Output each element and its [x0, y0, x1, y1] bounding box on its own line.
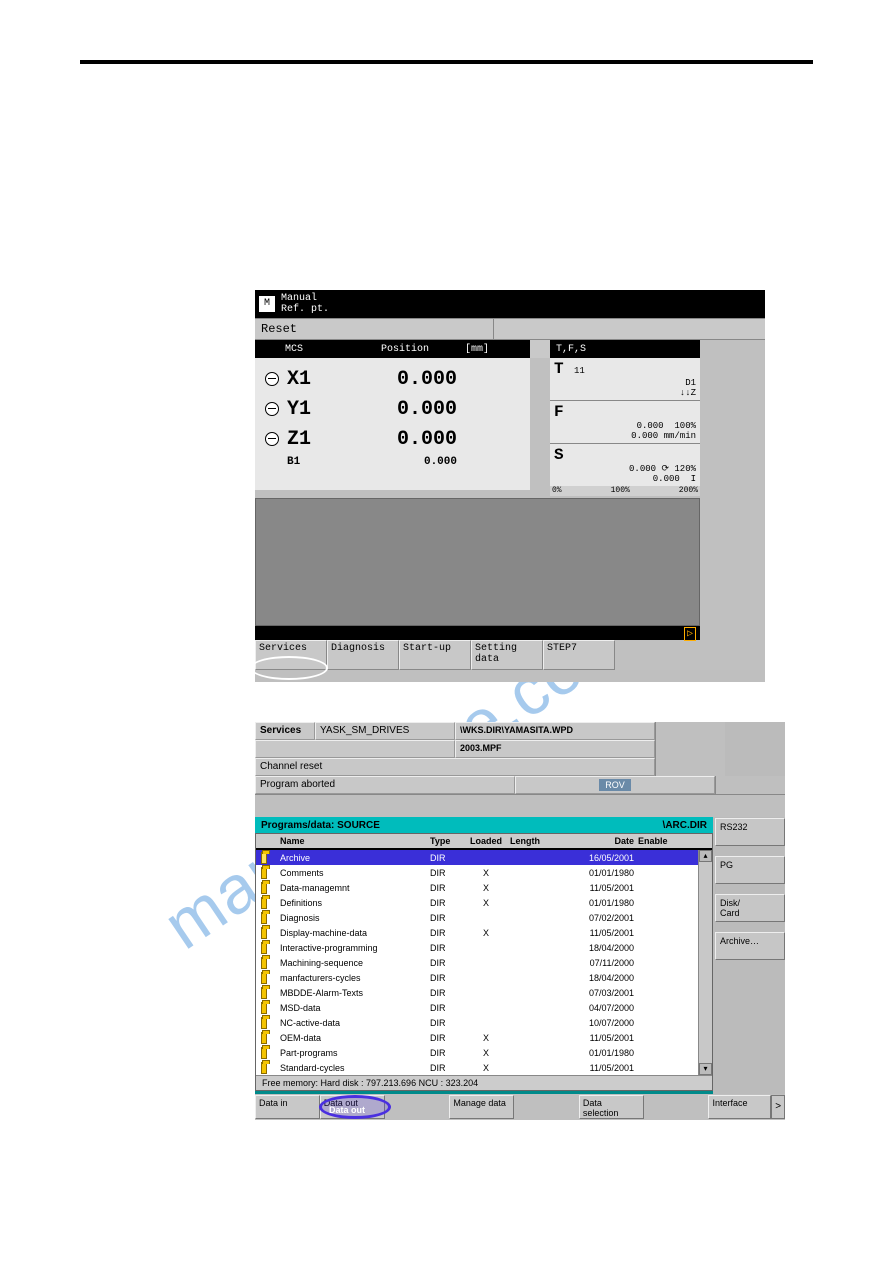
folder-icon — [261, 912, 267, 924]
table-row[interactable]: Display-machine-dataDIRX11/05/2001 — [256, 925, 698, 940]
title-bar: M ManualRef. pt. — [255, 290, 765, 318]
folder-icon — [261, 942, 267, 954]
table-row[interactable]: ArchiveDIR16/05/2001 — [256, 850, 698, 865]
tfs-panel: T 11 D1↓↓Z F 0.000 100% 0.000 mm/min S 0… — [550, 358, 700, 490]
bottom-softkeys: Services Diagnosis Start-up Setting data… — [255, 640, 765, 670]
table-row[interactable]: Machining-sequenceDIR07/11/2000 — [256, 955, 698, 970]
free-memory: Free memory: Hard disk : 797.213.696 NCU… — [256, 1075, 712, 1090]
table-row[interactable]: Interactive-programmingDIR18/04/2000 — [256, 940, 698, 955]
scroll-right-icon[interactable]: > — [771, 1095, 785, 1119]
tfs-header: T,F,S — [550, 340, 700, 358]
folder-icon — [261, 882, 267, 894]
table-row[interactable]: DefinitionsDIRX01/01/1980 — [256, 895, 698, 910]
table-row[interactable]: Part-programsDIRX01/01/1980 — [256, 1045, 698, 1060]
scrollbar[interactable]: ▴ ▾ — [698, 850, 712, 1075]
folder-icon — [261, 1032, 267, 1044]
right-softkeys — [700, 358, 764, 490]
rov-badge: ROV — [599, 779, 631, 791]
axis-row-x1: X1 0.000 — [265, 364, 520, 394]
folder-icon — [261, 1062, 267, 1074]
table-row[interactable]: MSD-dataDIR04/07/2000 — [256, 1000, 698, 1015]
channel-status: Channel reset — [255, 758, 655, 776]
path-line1: \WKS.DIR\YAMASITA.WPD — [455, 722, 655, 740]
axis-row-y1: Y1 0.000 — [265, 394, 520, 424]
path-line2: 2003.MPF — [455, 740, 655, 758]
screenshot-data-out: Services YASK_SM_DRIVES \WKS.DIR\YAMASIT… — [255, 722, 785, 1120]
scroll-down-icon[interactable]: ▾ — [699, 1063, 712, 1075]
blank-cell — [255, 740, 455, 758]
setting-data-button[interactable]: Setting data — [471, 640, 543, 670]
main-panel: X1 0.000 Y1 0.000 Z1 0.000 B1 0.000 T 1 — [255, 358, 765, 490]
step7-button[interactable]: STEP7 — [543, 640, 615, 670]
rs232-button[interactable]: RS232 — [715, 818, 785, 846]
file-listing[interactable]: ArchiveDIR16/05/2001CommentsDIRX01/01/19… — [256, 850, 698, 1075]
folder-icon — [261, 972, 267, 984]
tfs-s: S 0.000 ⟳ 120% 0.000 I — [550, 444, 700, 486]
globe-icon — [265, 372, 279, 386]
axis-row-z1: Z1 0.000 — [265, 424, 520, 454]
folder-icon — [261, 1047, 267, 1059]
scroll-right-icon[interactable]: ▷ — [684, 627, 696, 641]
startup-button[interactable]: Start-up — [399, 640, 471, 670]
tfs-t: T 11 D1↓↓Z — [550, 358, 700, 401]
scroll-strip: ▷ — [255, 626, 700, 640]
axis-row-b1: B1 0.000 — [265, 454, 520, 470]
interface-button[interactable]: Interface — [708, 1095, 771, 1119]
page-rule — [80, 60, 813, 64]
table-row[interactable]: DiagnosisDIR07/02/2001 — [256, 910, 698, 925]
disk-card-button[interactable]: Disk/ Card — [715, 894, 785, 922]
status-row: Reset — [255, 318, 765, 340]
screenshot-services-menu: M ManualRef. pt. Reset MCS Position [mm]… — [255, 290, 765, 682]
table-row[interactable]: manfacturers-cyclesDIR18/04/2000 — [256, 970, 698, 985]
folder-icon — [261, 852, 267, 864]
gap — [385, 1095, 450, 1119]
column-headers: MCS Position [mm] T,F,S — [255, 340, 765, 358]
services-button[interactable]: Services — [255, 640, 327, 670]
data-in-button[interactable]: Data in — [255, 1095, 320, 1119]
tfs-f: F 0.000 100% 0.000 mm/min — [550, 401, 700, 444]
folder-icon — [261, 1017, 267, 1029]
folder-icon — [261, 957, 267, 969]
mode-icon: M — [259, 296, 275, 312]
manage-data-button[interactable]: Manage data — [449, 1095, 514, 1119]
table-row[interactable]: Data-managemntDIRX11/05/2001 — [256, 880, 698, 895]
folder-icon — [261, 987, 267, 999]
folder-icon — [261, 927, 267, 939]
table-row[interactable]: NC-active-dataDIR10/07/2000 — [256, 1015, 698, 1030]
folder-icon — [261, 1002, 267, 1014]
table-row[interactable]: OEM-dataDIRX11/05/2001 — [256, 1030, 698, 1045]
services-label: Services — [255, 722, 315, 740]
title-text: ManualRef. pt. — [281, 293, 329, 315]
globe-icon — [265, 402, 279, 416]
mid-area: ▷ — [255, 490, 765, 640]
source-bar: Programs/data: SOURCE \ARC.DIR — [255, 817, 713, 833]
globe-icon — [265, 432, 279, 446]
table-row[interactable]: CommentsDIRX01/01/1980 — [256, 865, 698, 880]
mcs-header: MCS Position [mm] — [255, 340, 530, 358]
column-header: Name Type Loaded Length Date Enable — [256, 834, 712, 850]
file-window: Name Type Loaded Length Date Enable Arch… — [255, 833, 713, 1091]
gap — [514, 1095, 579, 1119]
services-value: YASK_SM_DRIVES — [315, 722, 455, 740]
gap — [644, 1095, 709, 1119]
header-rows: Services YASK_SM_DRIVES \WKS.DIR\YAMASIT… — [255, 722, 785, 795]
folder-icon — [261, 897, 267, 909]
table-row[interactable]: Standard-cyclesDIRX11/05/2001 — [256, 1060, 698, 1075]
scroll-up-icon[interactable]: ▴ — [699, 850, 712, 862]
pg-button[interactable]: PG — [715, 856, 785, 884]
data-out-label-overlay: Data out — [329, 1105, 365, 1115]
program-area — [255, 498, 700, 626]
archive-button[interactable]: Archive… — [715, 932, 785, 960]
table-row[interactable]: MBDDE-Alarm-TextsDIR07/03/2001 — [256, 985, 698, 1000]
reset-label: Reset — [261, 322, 297, 336]
axis-panel: X1 0.000 Y1 0.000 Z1 0.000 B1 0.000 — [255, 358, 530, 490]
program-status: Program aborted — [255, 776, 515, 794]
rov-cell: ROV — [515, 776, 715, 794]
data-selection-button[interactable]: Data selection — [579, 1095, 644, 1119]
right-softkeys: RS232 PG Disk/ Card Archive… — [715, 818, 785, 970]
diagnosis-button[interactable]: Diagnosis — [327, 640, 399, 670]
folder-icon — [261, 867, 267, 879]
